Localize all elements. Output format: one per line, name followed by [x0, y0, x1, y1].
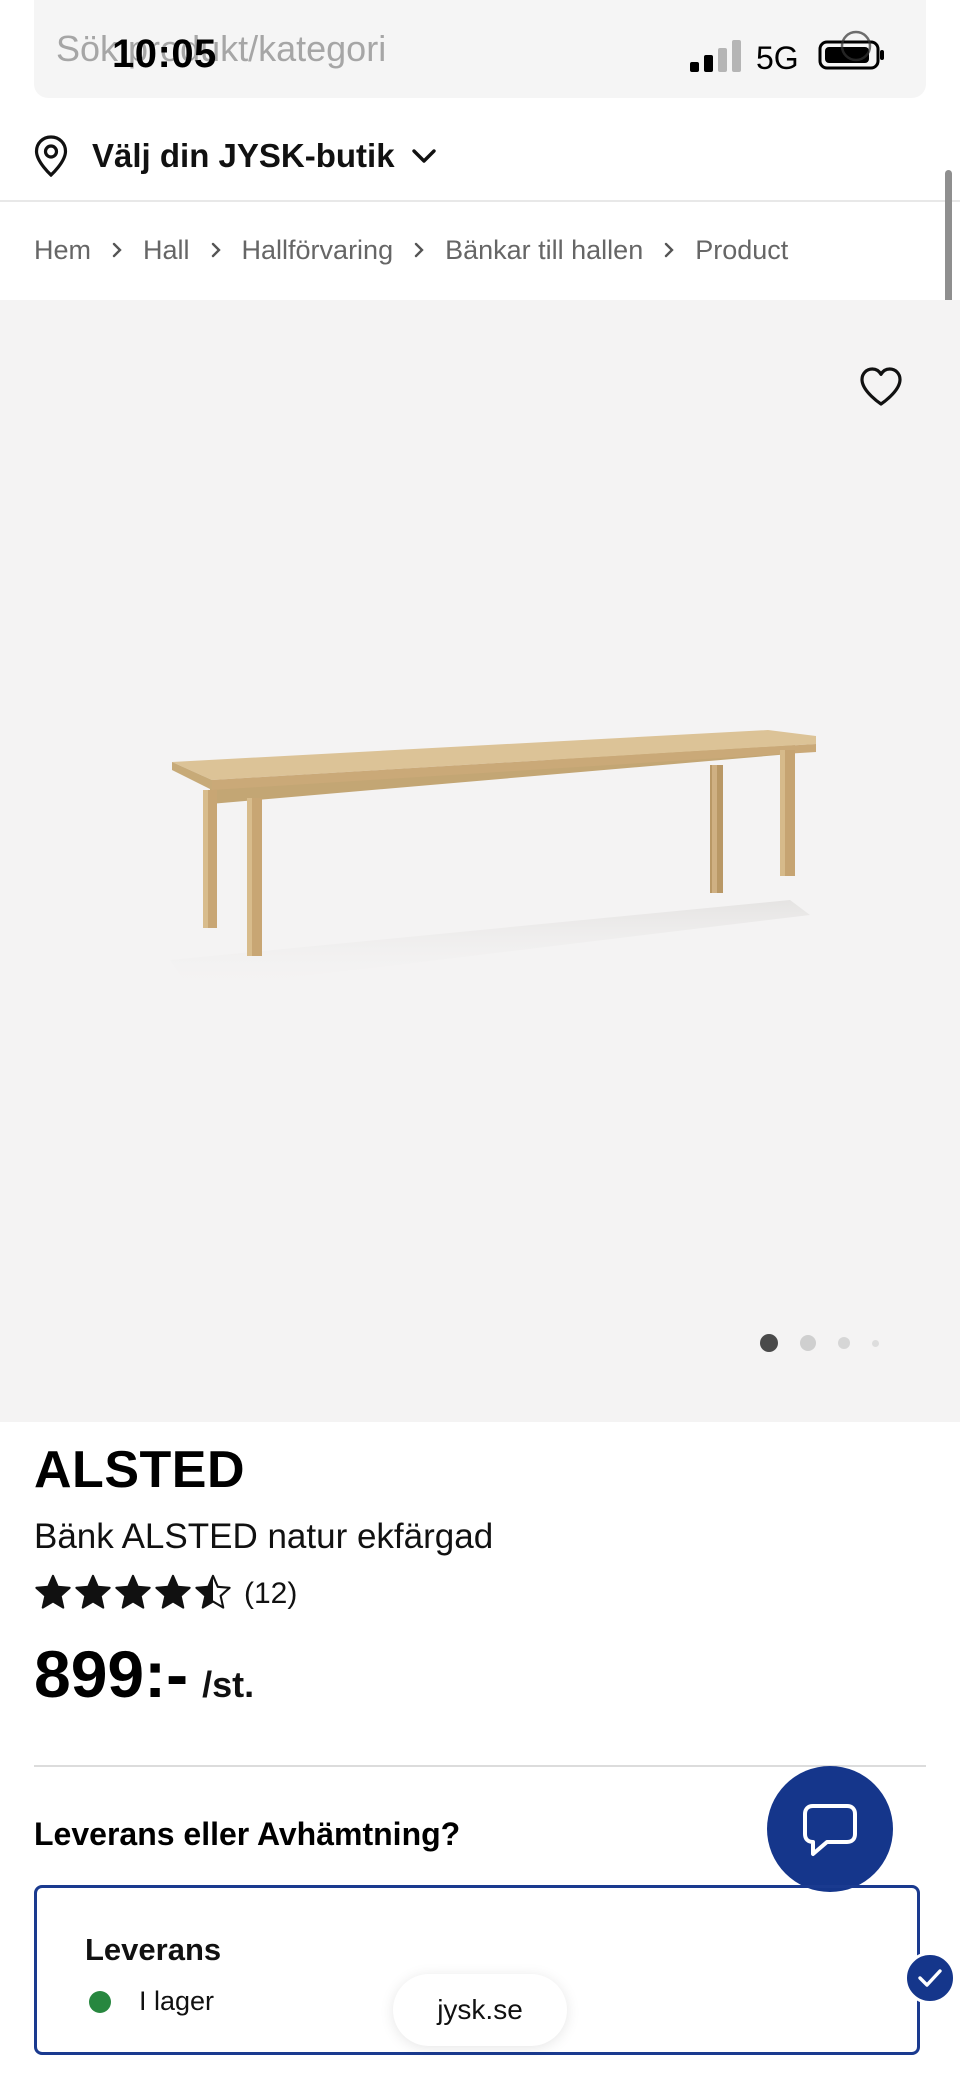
in-stock-dot-icon — [89, 1990, 111, 2013]
store-selector-label: Välj din JYSK-butik — [92, 137, 395, 174]
star-full-icon — [155, 1574, 191, 1609]
chevron-right-icon — [413, 241, 425, 259]
browser-url-pill[interactable]: jysk.se — [393, 1974, 567, 2046]
stock-status-text: I lager — [139, 1986, 215, 2016]
breadcrumb: Hem Hall Hallförvaring Bänkar till halle… — [34, 230, 788, 270]
star-half-icon — [195, 1574, 231, 1609]
product-rating[interactable]: (12) — [34, 1570, 297, 1618]
gallery-dot[interactable] — [872, 1339, 879, 1347]
breadcrumb-item-current: Product — [695, 234, 789, 265]
browser-url: jysk.se — [437, 1994, 523, 2025]
product-brand: ALSTED — [34, 1441, 245, 1499]
product-image-bench — [170, 730, 816, 990]
price-value: 899:- — [34, 1637, 189, 1711]
chevron-right-icon — [210, 241, 222, 259]
gallery-dot[interactable] — [800, 1335, 816, 1351]
stock-status: I lager — [85, 1986, 214, 2017]
product-price: 899:- /st. — [34, 1636, 254, 1712]
gallery-pagination[interactable] — [760, 1334, 901, 1352]
gallery-dot[interactable] — [838, 1337, 850, 1349]
section-divider — [34, 1765, 926, 1767]
product-name: Bänk ALSTED natur ekfärgad — [34, 1517, 494, 1556]
selected-check-icon — [904, 1952, 956, 2004]
breadcrumb-item-hem[interactable]: Hem — [34, 235, 91, 266]
chevron-down-icon — [411, 149, 436, 163]
gallery-dot-active[interactable] — [760, 1334, 778, 1352]
cellular-signal-icon — [690, 40, 741, 72]
header-divider — [0, 200, 960, 202]
breadcrumb-item-hall[interactable]: Hall — [143, 235, 190, 266]
favorite-heart-icon[interactable] — [858, 364, 904, 410]
chat-button[interactable] — [767, 1766, 893, 1892]
chat-bubble-icon — [803, 1804, 857, 1856]
store-selector[interactable]: Välj din JYSK-butik — [34, 128, 437, 184]
review-count[interactable]: (12) — [244, 1577, 297, 1611]
star-full-icon — [115, 1574, 151, 1609]
breadcrumb-item-hallforvaring[interactable]: Hallförvaring — [242, 235, 394, 266]
star-full-icon — [35, 1574, 71, 1609]
breadcrumb-item-bankar[interactable]: Bänkar till hallen — [445, 235, 643, 266]
location-pin-icon — [34, 135, 68, 177]
price-unit: /st. — [202, 1664, 255, 1705]
status-time: 10:05 — [112, 32, 217, 76]
battery-icon — [818, 30, 884, 70]
chevron-right-icon — [111, 241, 123, 259]
rating-stars — [34, 1573, 234, 1616]
chevron-right-icon — [663, 241, 675, 259]
delivery-option-title: Leverans — [85, 1932, 222, 1967]
star-full-icon — [75, 1574, 111, 1609]
network-type: 5G — [756, 40, 799, 76]
search-input[interactable]: Sök produkt/kategori — [56, 28, 386, 70]
delivery-heading: Leverans eller Avhämtning? — [34, 1816, 461, 1852]
